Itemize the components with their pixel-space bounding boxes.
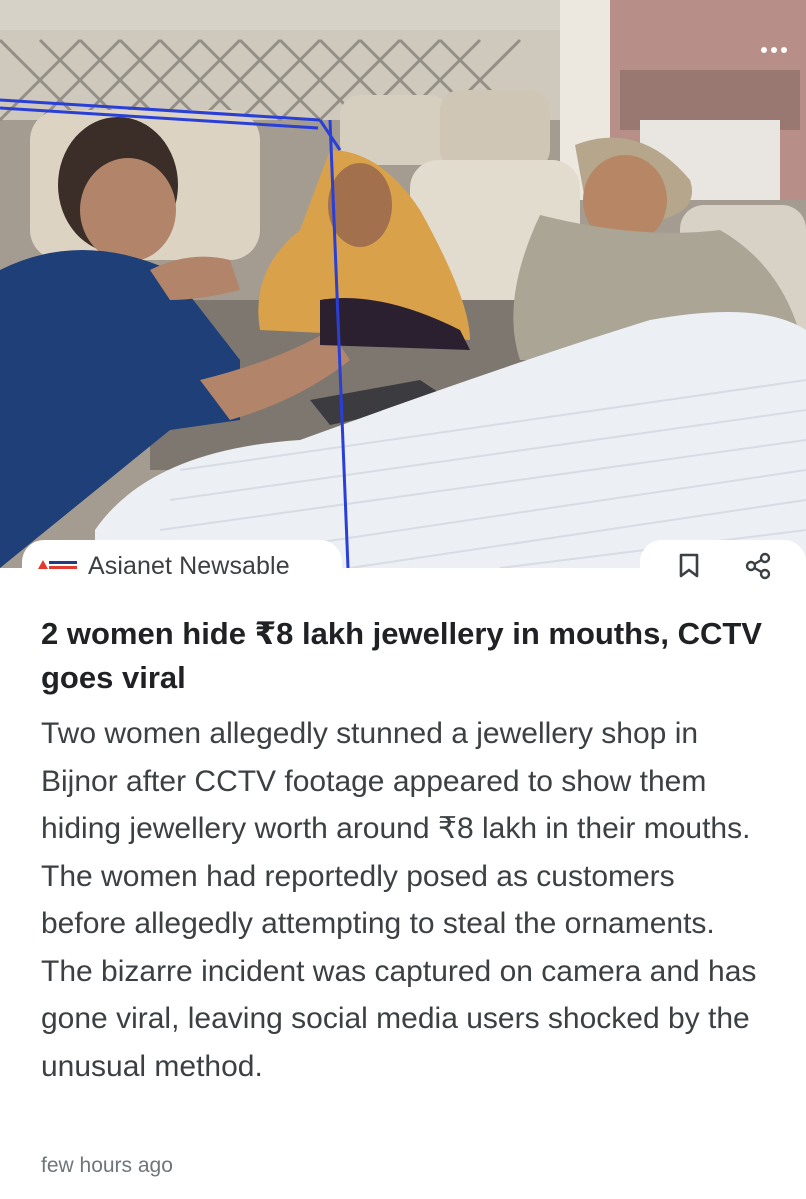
- news-card[interactable]: Asianet Newsable 2 women hide ₹8 lakh je…: [0, 0, 806, 1199]
- cctv-still-illustration: [0, 0, 806, 568]
- more-options-button[interactable]: [752, 28, 796, 72]
- article-timestamp: few hours ago: [41, 1154, 173, 1177]
- article-headline[interactable]: 2 women hide ₹8 lakh jewellery in mouths…: [41, 612, 771, 700]
- source-header[interactable]: Asianet Newsable: [22, 540, 342, 592]
- bookmark-icon[interactable]: [669, 546, 709, 586]
- share-icon[interactable]: [738, 546, 778, 586]
- article-actions: [640, 540, 806, 592]
- more-dot: [781, 47, 787, 53]
- more-dot: [771, 47, 777, 53]
- article-summary: Two women allegedly stunned a jewellery …: [41, 717, 757, 1083]
- article-image[interactable]: [0, 0, 806, 568]
- source-name: Asianet Newsable: [88, 551, 290, 580]
- more-dots-icon: [761, 47, 767, 53]
- asianet-logo-icon: [38, 559, 78, 573]
